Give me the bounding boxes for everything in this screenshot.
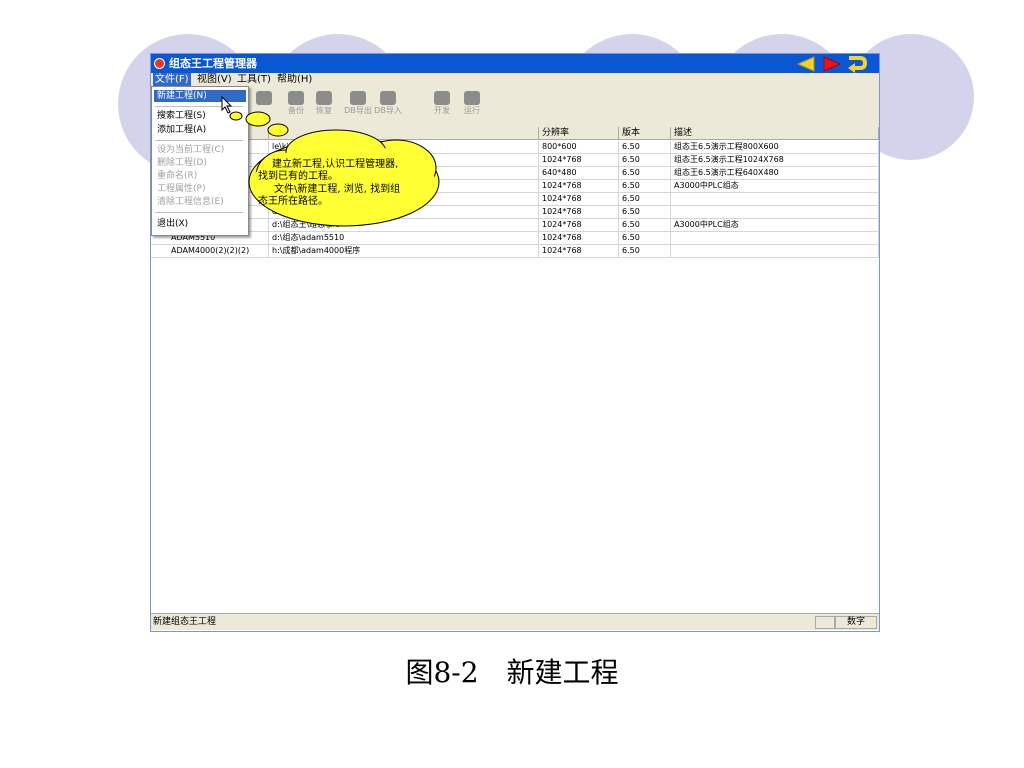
column-header-resolution[interactable]: 分辨率	[539, 127, 619, 140]
status-cell-empty	[815, 616, 835, 629]
restore-icon	[316, 91, 332, 105]
menu-file[interactable]: 文件(F)	[153, 73, 191, 87]
status-bar: 新建组态王工程 数字	[151, 613, 879, 630]
properties-icon	[256, 91, 272, 105]
previous-arrow-icon[interactable]	[796, 56, 816, 72]
run-icon	[464, 91, 480, 105]
db-export-icon	[350, 91, 366, 105]
backup-icon	[288, 91, 304, 105]
menu-help[interactable]: 帮助(H)	[275, 73, 314, 87]
title-bar: 组态王工程管理器	[151, 54, 879, 73]
return-arrow-icon[interactable]	[846, 54, 868, 74]
table-row[interactable]: ADAM4000(2)(2)(2) h:\成都\adam4000程序 1024*…	[151, 245, 879, 258]
db-import-icon	[380, 91, 396, 105]
callout-line-2: 找到已有的工程。	[258, 171, 338, 182]
menu-bar: 文件(F) 视图(V) 工具(T) 帮助(H)	[151, 73, 879, 87]
window-title: 组态王工程管理器	[169, 57, 257, 70]
menu-tools[interactable]: 工具(T)	[235, 73, 273, 87]
toolbar-button-run[interactable]: 运行	[457, 90, 487, 124]
column-header-version[interactable]: 版本	[619, 127, 671, 140]
next-arrow-icon[interactable]	[822, 56, 842, 72]
figure-caption: 图8-2 新建工程	[405, 656, 619, 689]
develop-icon	[434, 91, 450, 105]
callout-line-4: 态王所在路径。	[258, 196, 328, 207]
status-text: 新建组态王工程	[153, 617, 217, 627]
column-header-description[interactable]: 描述	[671, 127, 879, 140]
status-numlock: 数字	[835, 616, 877, 629]
app-icon	[154, 58, 165, 69]
menu-view[interactable]: 视图(V)	[195, 73, 234, 87]
